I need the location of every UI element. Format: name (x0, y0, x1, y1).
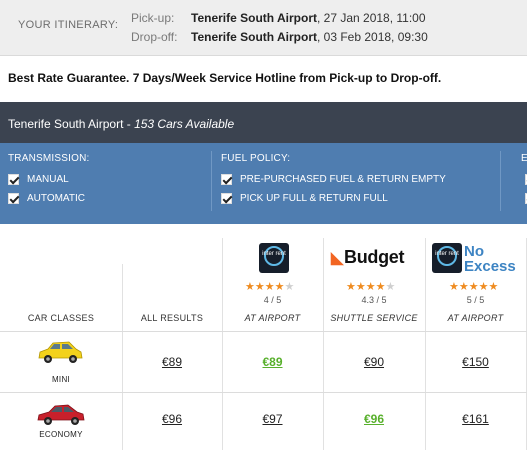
filter-automatic[interactable]: AUTOMATIC (8, 189, 90, 208)
filter-label: MANUAL (27, 174, 69, 185)
all-results-header[interactable]: ALL RESULTS (122, 313, 222, 323)
price-all-results[interactable]: €89 (122, 355, 222, 369)
filter-full-to-full[interactable]: PICK UP FULL & RETURN FULL (221, 189, 446, 208)
filter-divider (211, 151, 212, 211)
price-no-excess[interactable]: €150 (425, 355, 526, 369)
car-class-label: ECONOMY (39, 430, 83, 439)
pickup-key: Pick-up: (131, 11, 175, 25)
filter-label: PRE-PURCHASED FUEL & RETURN EMPTY (240, 174, 446, 185)
price-interrent[interactable]: €97 (222, 412, 323, 426)
checkbox-checked-icon[interactable] (221, 174, 232, 185)
price-budget[interactable]: €96 (323, 412, 425, 426)
car-classes-header: CAR CLASSES (27, 313, 95, 323)
results-separator: - (123, 117, 135, 131)
filter-label: PICK UP FULL & RETURN FULL (240, 193, 388, 204)
budget-logo: ◣Budget (331, 247, 405, 267)
star-rating-icon: ★★★★★ (245, 281, 295, 293)
checkbox-checked-icon[interactable] (8, 193, 19, 204)
star-rating-icon: ★★★★★ (346, 281, 396, 293)
row-divider (0, 331, 527, 332)
transmission-filter: TRANSMISSION: MANUAL AUTOMATIC (8, 153, 90, 208)
checkbox-checked-icon[interactable] (221, 193, 232, 204)
dropoff-key: Drop-off: (131, 30, 178, 44)
economy-car-icon (37, 404, 85, 425)
interrent-logo: inter rent (259, 243, 289, 273)
car-class-label: MINI (51, 375, 71, 384)
filter-label: AUTOMATIC (27, 193, 85, 204)
supplier-rating: 5 / 5 (466, 295, 485, 305)
filter-panel: TRANSMISSION: MANUAL AUTOMATIC FUEL POLI… (0, 143, 527, 224)
transmission-heading: TRANSMISSION: (8, 153, 90, 164)
supplier-rating: 4 / 5 (263, 295, 282, 305)
row-divider (0, 392, 527, 393)
filter-divider (500, 151, 501, 211)
results-location: Tenerife South Airport (8, 117, 124, 131)
pickup-location: Tenerife South Airport (191, 11, 317, 25)
checkbox-checked-icon[interactable] (8, 174, 19, 185)
supplier-location: AT AIRPORT (244, 313, 301, 323)
price-budget[interactable]: €90 (323, 355, 425, 369)
price-no-excess[interactable]: €161 (425, 412, 526, 426)
itinerary-bar: YOUR ITINERARY: Pick-up: Tenerife South A… (0, 0, 527, 56)
filter-manual[interactable]: MANUAL (8, 170, 90, 189)
results-count: 153 Cars Available (134, 117, 235, 131)
dropoff-location: Tenerife South Airport (191, 30, 317, 44)
supplier-rating: 4.3 / 5 (361, 295, 387, 305)
interrent-logo: inter rent (432, 243, 462, 273)
price-all-results[interactable]: €96 (122, 412, 222, 426)
rate-guarantee-text: Best Rate Guarantee. 7 Days/Week Service… (8, 71, 442, 85)
star-rating-icon: ★★★★★ (449, 281, 499, 293)
supplier-location: SHUTTLE SERVICE (330, 313, 418, 323)
price-comparison-table: CAR CLASSES ALL RESULTS inter rent ★★★★★… (0, 224, 527, 450)
third-filter-partial: E (521, 153, 527, 208)
third-filter-heading: E (521, 153, 527, 164)
supplier-location: AT AIRPORT (447, 313, 504, 323)
no-excess-brand: No Excess (464, 243, 516, 275)
mini-car-icon (38, 341, 83, 363)
interrent-logo-text: inter rent (435, 251, 459, 257)
price-interrent[interactable]: €89 (222, 355, 323, 369)
results-bar: Tenerife South Airport - 153 Cars Availa… (0, 102, 527, 143)
filter-pre-purchased-fuel[interactable]: PRE-PURCHASED FUEL & RETURN EMPTY (221, 170, 446, 189)
interrent-logo-text: inter rent (262, 251, 286, 257)
dropoff-datetime: , 03 Feb 2018, 09:30 (317, 30, 428, 44)
dropoff-row: Drop-off: Tenerife South Airport, 03 Feb … (131, 30, 428, 44)
fuel-policy-heading: FUEL POLICY: (221, 153, 291, 164)
pickup-datetime: , 27 Jan 2018, 11:00 (317, 11, 426, 25)
pickup-row: Pick-up: Tenerife South Airport, 27 Jan 2… (131, 11, 426, 25)
budget-arrow-icon: ◣ (331, 250, 344, 267)
fuel-policy-filter: FUEL POLICY: PRE-PURCHASED FUEL & RETURN… (221, 153, 446, 208)
itinerary-label: YOUR ITINERARY: (18, 19, 119, 31)
